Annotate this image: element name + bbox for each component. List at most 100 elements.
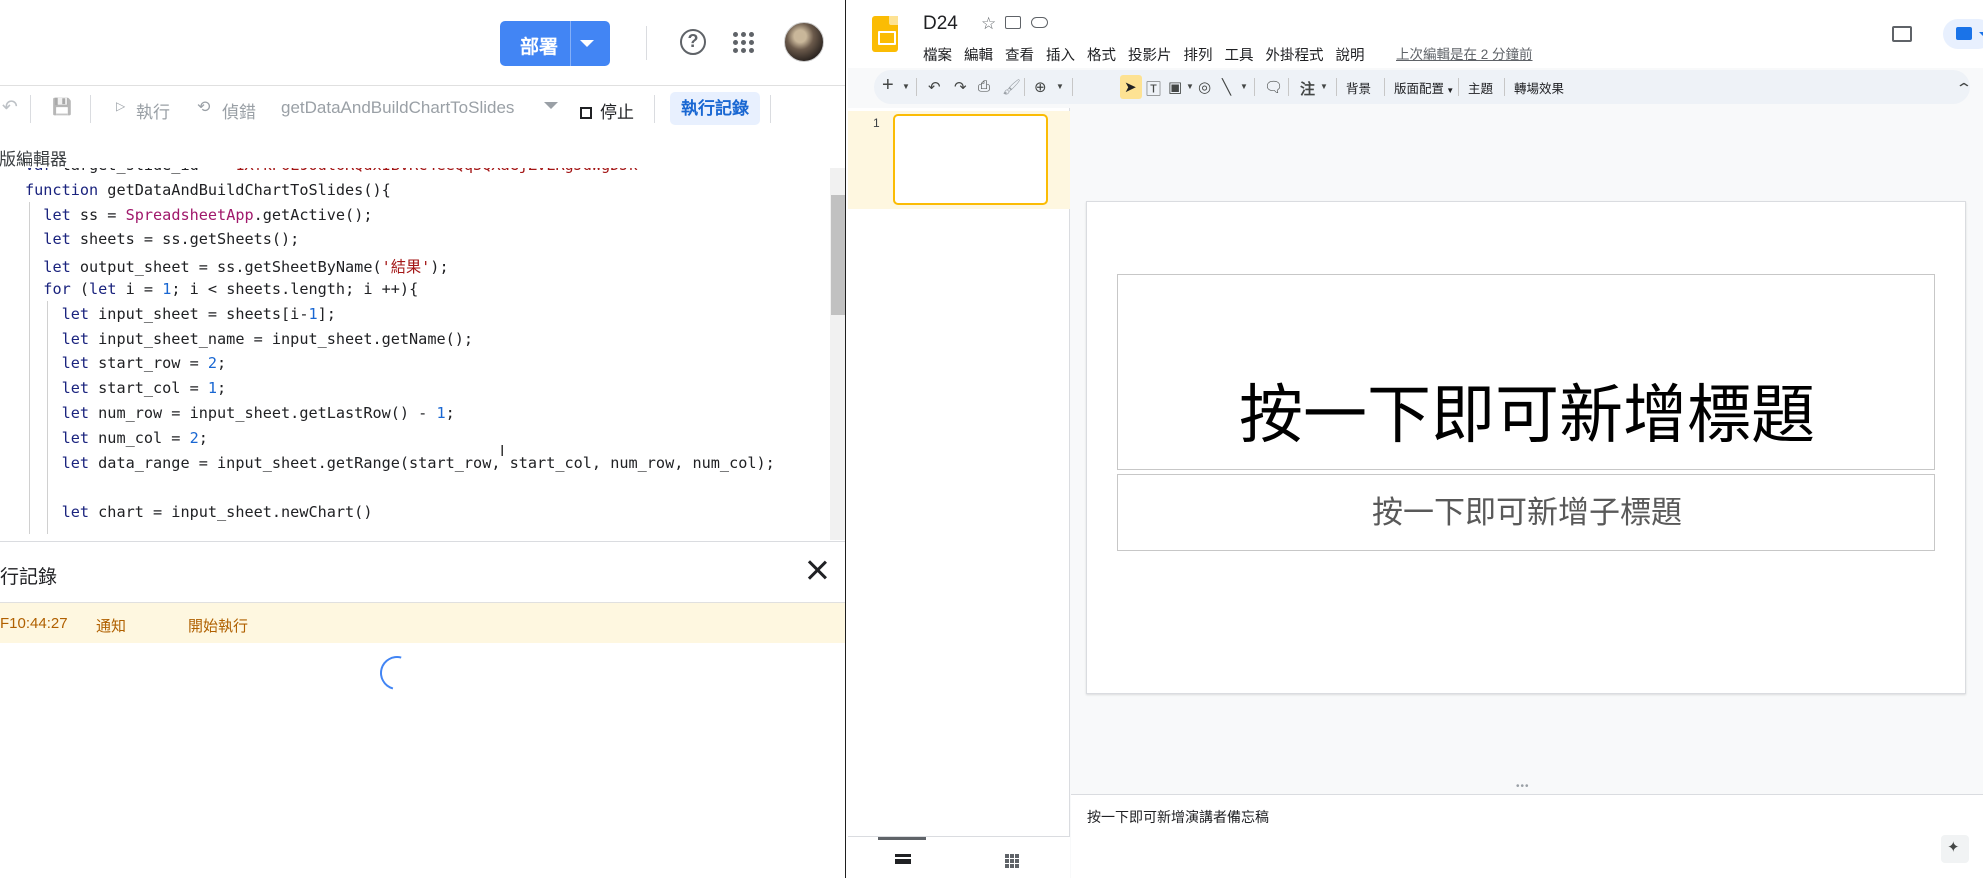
execution-log-button[interactable]: 執行記錄 (670, 92, 760, 125)
debug-icon[interactable]: ⟲ (197, 97, 210, 117)
code-line: let input_sheet = sheets[i-1]; (61, 304, 336, 323)
avatar[interactable] (784, 22, 824, 62)
code-editor[interactable]: var target_slide_id = '1XfkP6L9odl6RQdxI… (0, 168, 830, 540)
menu-item[interactable]: 外掛程式 (1266, 48, 1324, 64)
transition-button[interactable]: 轉場效果 (1514, 78, 1564, 97)
text-box-icon[interactable]: 🅃 (1146, 78, 1161, 99)
slides-header: D24 ☆ 檔案 編輯 查看 插入 格式 投影片 排列 工具 外掛程式 說明 上次編輯是在 2 分… (848, 0, 1983, 68)
present-button[interactable] (1943, 19, 1983, 49)
toolbar-divider (1458, 78, 1459, 96)
comment-icon[interactable]: 🗨 (1264, 78, 1283, 96)
menu-item[interactable]: 查看 (1005, 48, 1034, 64)
collapse-menus-icon[interactable]: ⌃ (1955, 80, 1973, 97)
line-chevron-icon[interactable]: ▼ (1240, 82, 1248, 91)
new-slide-icon[interactable]: + (882, 74, 894, 97)
speaker-notes[interactable]: 按一下即可新增演講者備忘稿 (1071, 794, 1983, 878)
theme-button[interactable]: 主題 (1468, 78, 1493, 97)
code-line: let input_sheet_name = input_sheet.getNa… (61, 329, 474, 348)
menu-item[interactable]: 格式 (1087, 48, 1116, 64)
menu-item[interactable]: 工具 (1225, 48, 1254, 64)
code-line: for (let i = 1; i < sheets.length; i ++)… (43, 280, 419, 298)
paint-format-icon[interactable]: 🖌 (1002, 78, 1021, 96)
undo-icon[interactable]: ↶ (928, 78, 941, 96)
line-icon[interactable]: ╲ (1222, 78, 1231, 96)
toolbar-divider (1336, 78, 1337, 96)
menu-item[interactable]: 檔案 (923, 48, 952, 64)
grid-view-icon[interactable] (1005, 854, 1019, 868)
code-line: let num_col = 2; (61, 428, 208, 447)
slide-thumbnail[interactable] (893, 114, 1048, 205)
indent-guide (29, 201, 30, 534)
code-scrollbar-thumb[interactable] (831, 195, 845, 315)
editor-header: 部署 ? (0, 0, 845, 86)
code-line: let num_row = input_sheet.getLastRow() -… (61, 404, 455, 422)
last-edit-link[interactable]: 上次編輯是在 2 分鐘前 (1396, 43, 1533, 63)
deploy-divider (570, 21, 571, 66)
menu-item[interactable]: 投影片 (1128, 48, 1172, 64)
toolbar-divider (1504, 78, 1505, 96)
subtitle-placeholder-box[interactable]: 按一下即可新增子標題 (1117, 474, 1935, 551)
zoom-chevron-icon[interactable]: ▼ (1056, 82, 1064, 91)
header-divider (646, 26, 647, 60)
close-icon[interactable] (804, 557, 830, 583)
slide-canvas[interactable]: 按一下即可新增標題 按一下即可新增子標題 (1086, 201, 1966, 694)
save-icon[interactable]: 💾 (52, 97, 72, 117)
title-placeholder: 按一下即可新增標題 (1239, 379, 1815, 451)
deploy-dropdown-icon[interactable] (580, 40, 594, 47)
layout-label: 版面配置 (1394, 82, 1445, 96)
run-icon[interactable]: ▷ (116, 99, 125, 113)
filmstrip-view-icon[interactable] (895, 854, 911, 864)
image-icon[interactable]: ▣ (1168, 78, 1182, 96)
code-line: let start_col = 1; (61, 379, 227, 398)
stop-button[interactable]: 停止 (580, 98, 634, 123)
zoom-icon[interactable]: ⊕ (1034, 78, 1047, 96)
toolbar-divider (30, 95, 31, 123)
image-chevron-icon[interactable]: ▼ (1186, 82, 1194, 91)
shape-icon[interactable]: ◎ (1198, 78, 1211, 96)
print-icon[interactable]: ⎙ (978, 78, 990, 95)
new-slide-chevron-icon[interactable]: ▼ (902, 82, 910, 91)
document-title[interactable]: D24 (923, 13, 958, 35)
explore-icon[interactable] (1941, 835, 1969, 863)
cloud-status-icon[interactable] (1031, 17, 1048, 28)
function-select[interactable]: getDataAndBuildChartToSlides (281, 98, 514, 118)
function-select-chevron-icon[interactable] (544, 102, 558, 109)
notes-resize-handle[interactable]: ••• (1516, 781, 1538, 792)
slide-number: 1 (873, 116, 880, 130)
apps-grid-icon[interactable] (733, 32, 755, 54)
menu-item[interactable]: 說明 (1336, 48, 1365, 64)
background-button[interactable]: 背景 (1346, 78, 1371, 97)
text-cursor-icon: Ι (500, 443, 505, 460)
code-line: let output_sheet = ss.getSheetByName('結果… (43, 258, 449, 277)
slides-toolbar: + ▼ ↶ ↷ ⎙ 🖌 ⊕ ▼ ➤ 🅃 ▣ ▼ ◎ ╲ ▼ 🗨 注 ▼ 背景 版… (874, 70, 1970, 104)
menu-item[interactable]: 排列 (1184, 48, 1213, 64)
indent-guide (47, 300, 48, 534)
filmstrip-view-tabs (848, 836, 1070, 878)
deploy-button[interactable]: 部署 (500, 21, 610, 66)
execution-log-panel: 行記錄 F10:44:27 通知 開始執行 (0, 541, 845, 878)
toolbar-divider (1072, 78, 1073, 96)
toolbar-divider (1254, 78, 1255, 96)
annotate-chevron-icon[interactable]: ▼ (1320, 82, 1328, 91)
menu-item[interactable]: 編輯 (964, 48, 993, 64)
debug-button[interactable]: 偵錯 (222, 98, 256, 123)
log-message: 開始執行 (188, 618, 249, 635)
code-line: let ss = SpreadsheetApp.getActive(); (43, 205, 373, 224)
slides-logo-icon[interactable] (872, 16, 898, 52)
annotate-tool[interactable]: 注 (1300, 78, 1315, 99)
cursor-icon[interactable]: ➤ (1124, 78, 1137, 96)
code-line: let data_range = input_sheet.getRange(st… (61, 453, 775, 472)
move-folder-icon[interactable] (1005, 16, 1021, 29)
menu-item[interactable]: 插入 (1046, 48, 1075, 64)
star-icon[interactable]: ☆ (981, 14, 996, 34)
menu-bar: 檔案 編輯 查看 插入 格式 投影片 排列 工具 外掛程式 說明 (923, 44, 1377, 65)
legacy-editor-link[interactable]: 舊版編輯器 (0, 145, 67, 170)
comment-history-icon[interactable] (1892, 26, 1912, 42)
run-button[interactable]: 執行 (136, 98, 170, 123)
redo-icon[interactable]: ↷ (954, 78, 967, 96)
title-placeholder-box[interactable]: 按一下即可新增標題 (1117, 274, 1935, 470)
undo-icon[interactable]: ↶ (2, 96, 18, 119)
subtitle-placeholder: 按一下即可新增子標題 (1372, 495, 1682, 530)
help-icon[interactable]: ? (680, 29, 706, 55)
layout-button[interactable]: 版面配置 ▼ (1394, 78, 1454, 97)
